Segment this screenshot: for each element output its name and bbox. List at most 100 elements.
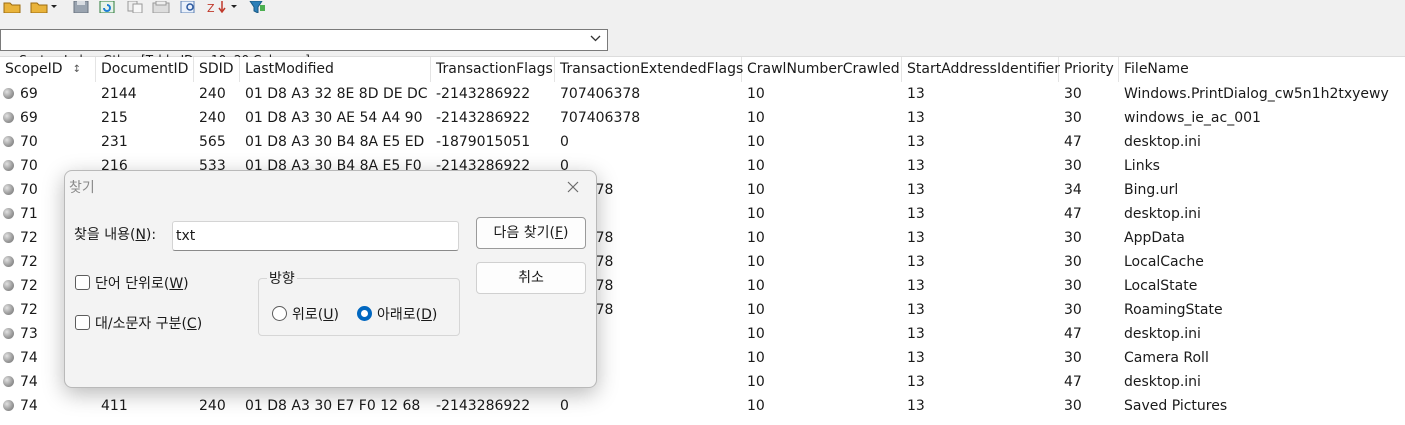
column-header-label: CrawlNumberCrawled bbox=[747, 61, 900, 77]
column-header-crawlnumbercrawled[interactable]: CrawlNumberCrawled bbox=[742, 57, 902, 82]
close-icon[interactable] bbox=[565, 179, 581, 195]
cell-filename: desktop.ini bbox=[1124, 326, 1201, 342]
column-header-filename[interactable]: FileName bbox=[1119, 57, 1405, 82]
cell-sdid: 240 bbox=[199, 86, 226, 102]
cell-startaddressidentifier: 13 bbox=[907, 374, 925, 390]
column-header-label: SDID bbox=[199, 61, 234, 77]
cell-sdid: 240 bbox=[199, 398, 226, 414]
cell-priority: 47 bbox=[1064, 326, 1082, 342]
column-header-label: LastModified bbox=[245, 61, 334, 77]
dialog-title: 찾기 bbox=[69, 180, 95, 196]
cell-priority: 30 bbox=[1064, 278, 1082, 294]
cell-filename: Saved Pictures bbox=[1124, 398, 1228, 414]
cell-scopeid: 69 bbox=[20, 86, 38, 102]
column-header-lastmodified[interactable]: LastModified bbox=[240, 57, 431, 82]
open-folder-icon[interactable] bbox=[3, 0, 21, 13]
column-header-transactionextendedflags[interactable]: TransactionExtendedFlags bbox=[555, 57, 743, 82]
table-row[interactable]: 69 215 240 01 D8 A3 30 AE 54 A4 90 -21432869… bbox=[0, 106, 1405, 130]
direction-up-radio[interactable] bbox=[272, 306, 287, 321]
whole-word-checkbox[interactable] bbox=[75, 275, 90, 290]
cell-filename: Windows.PrintDialog_cw5n1h2txyewy bbox=[1124, 86, 1389, 102]
cancel-button[interactable]: 취소 bbox=[476, 262, 586, 294]
direction-up-label[interactable]: 위로(U) bbox=[292, 304, 339, 324]
cell-transactionflags: -2143286922 bbox=[436, 110, 531, 126]
cell-transactionflags: -2143286922 bbox=[436, 398, 531, 414]
find-icon[interactable] bbox=[180, 0, 198, 13]
cell-filename: windows_ie_ac_001 bbox=[1124, 110, 1261, 126]
match-case-label[interactable]: 대/소문자 구분(C) bbox=[95, 313, 202, 333]
cell-startaddressidentifier: 13 bbox=[907, 254, 925, 270]
table-row[interactable]: 69 2144 240 01 D8 A3 32 8E 8D DE DC -2143286… bbox=[0, 82, 1405, 106]
find-next-button[interactable]: 다음 찾기(F) bbox=[476, 217, 586, 249]
cell-startaddressidentifier: 13 bbox=[907, 302, 925, 318]
direction-down-radio[interactable] bbox=[357, 306, 372, 321]
table-row[interactable]: 74 411 240 01 D8 A3 30 E7 F0 12 68 -21432869… bbox=[0, 394, 1405, 418]
cell-filename: Bing.url bbox=[1124, 182, 1179, 198]
cell-startaddressidentifier: 13 bbox=[907, 230, 925, 246]
cell-startaddressidentifier: 13 bbox=[907, 206, 925, 222]
sort-icon[interactable]: Z bbox=[206, 0, 238, 13]
refresh-icon[interactable] bbox=[98, 0, 116, 13]
properties-icon[interactable] bbox=[152, 0, 170, 13]
save-icon[interactable] bbox=[72, 0, 90, 13]
table-selector-bar: SystemIndex_Gthr [Table ID = 10, 20 Colu… bbox=[0, 22, 1405, 67]
column-header-label: TransactionFlags bbox=[436, 61, 553, 77]
cell-crawlnumbercrawled: 10 bbox=[747, 86, 765, 102]
cell-filename: Camera Roll bbox=[1124, 350, 1209, 366]
direction-title: 방향 bbox=[267, 268, 297, 288]
cell-lastmodified: 01 D8 A3 30 AE 54 A4 90 bbox=[245, 110, 423, 126]
cell-filename: desktop.ini bbox=[1124, 134, 1201, 150]
cell-crawlnumbercrawled: 10 bbox=[747, 230, 765, 246]
direction-down-label[interactable]: 아래로(D) bbox=[377, 304, 437, 324]
column-header-label: DocumentID bbox=[101, 61, 189, 77]
cell-priority: 30 bbox=[1064, 86, 1082, 102]
cell-filename: RoamingState bbox=[1124, 302, 1223, 318]
copy-icon[interactable] bbox=[126, 0, 144, 13]
chevron-down-icon bbox=[590, 35, 601, 42]
cell-startaddressidentifier: 13 bbox=[907, 182, 925, 198]
toolbar: Z bbox=[0, 0, 1405, 22]
cell-startaddressidentifier: 13 bbox=[907, 278, 925, 294]
cell-transactionextendedflags: 707406378 bbox=[560, 86, 641, 102]
table-select[interactable]: SystemIndex_Gthr [Table ID = 10, 20 Colu… bbox=[0, 29, 608, 67]
cell-transactionflags: -2143286922 bbox=[436, 86, 531, 102]
cell-crawlnumbercrawled: 10 bbox=[747, 206, 765, 222]
cell-lastmodified: 01 D8 A3 32 8E 8D DE DC bbox=[245, 86, 428, 102]
cell-priority: 30 bbox=[1064, 230, 1082, 246]
cell-crawlnumbercrawled: 10 bbox=[747, 134, 765, 150]
column-header-transactionflags[interactable]: TransactionFlags bbox=[431, 57, 555, 82]
filter-icon[interactable] bbox=[248, 0, 266, 13]
find-what-input[interactable] bbox=[172, 221, 459, 251]
cell-priority: 30 bbox=[1064, 350, 1082, 366]
grid-header: ScopeID ↕ DocumentID SDID LastModified T… bbox=[0, 57, 1405, 82]
cell-filename: LocalState bbox=[1124, 278, 1198, 294]
column-header-sdid[interactable]: SDID bbox=[194, 57, 240, 82]
column-header-documentid[interactable]: DocumentID bbox=[96, 57, 194, 82]
cell-filename: AppData bbox=[1124, 230, 1185, 246]
cell-crawlnumbercrawled: 10 bbox=[747, 326, 765, 342]
column-header-priority[interactable]: Priority bbox=[1059, 57, 1119, 82]
cell-priority: 47 bbox=[1064, 134, 1082, 150]
cell-crawlnumbercrawled: 10 bbox=[747, 350, 765, 366]
column-header-label: ScopeID bbox=[5, 61, 63, 77]
svg-text:Z: Z bbox=[207, 2, 215, 13]
cell-documentid: 231 bbox=[101, 134, 128, 150]
column-header-scopeid[interactable]: ScopeID ↕ bbox=[0, 57, 96, 82]
cell-documentid: 2144 bbox=[101, 86, 137, 102]
whole-word-label[interactable]: 단어 단위로(W) bbox=[95, 273, 189, 293]
cell-transactionextendedflags: 0 bbox=[560, 398, 569, 414]
match-case-checkbox[interactable] bbox=[75, 315, 90, 330]
cell-filename: desktop.ini bbox=[1124, 374, 1201, 390]
column-header-label: Priority bbox=[1064, 61, 1114, 77]
sort-indicator-icon: ↕ bbox=[72, 64, 81, 75]
cell-transactionextendedflags: 707406378 bbox=[560, 110, 641, 126]
cell-crawlnumbercrawled: 10 bbox=[747, 182, 765, 198]
cell-crawlnumbercrawled: 10 bbox=[747, 254, 765, 270]
table-row[interactable]: 70 231 565 01 D8 A3 30 B4 8A E5 ED -18790150… bbox=[0, 130, 1405, 154]
cell-filename: desktop.ini bbox=[1124, 206, 1201, 222]
cell-startaddressidentifier: 13 bbox=[907, 134, 925, 150]
cell-priority: 34 bbox=[1064, 182, 1082, 198]
open-folder-dropdown-icon[interactable] bbox=[30, 0, 58, 13]
column-header-startaddressidentifier[interactable]: StartAddressIdentifier bbox=[902, 57, 1060, 82]
cell-crawlnumbercrawled: 10 bbox=[747, 158, 765, 174]
